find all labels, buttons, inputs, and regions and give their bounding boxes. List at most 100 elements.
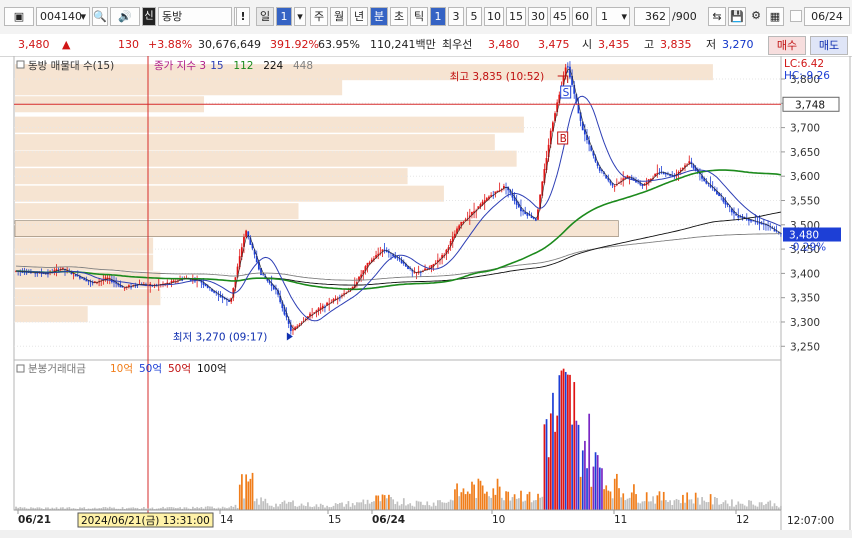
volume-bar: [315, 504, 318, 510]
volume-bar: [249, 478, 252, 510]
volume-bar: [543, 424, 546, 510]
volume-bar: [656, 495, 659, 510]
volume-bar: [756, 506, 759, 510]
candle-body: [613, 185, 616, 187]
volume-bar: [709, 494, 712, 510]
volume-bar: [441, 502, 444, 510]
volume-bar: [270, 505, 273, 510]
volume-bar: [462, 488, 465, 510]
chevron-down-icon: ▾: [297, 10, 303, 23]
volume-bar: [445, 502, 448, 510]
volume-bar: [400, 504, 403, 510]
volume-bar: [654, 503, 657, 510]
compare-icon[interactable]: ⇆: [708, 7, 726, 26]
volume-bar: [281, 502, 284, 510]
tick-button[interactable]: 틱: [410, 7, 428, 26]
monthly-button[interactable]: 월: [330, 7, 348, 26]
minute-option-30[interactable]: 30: [528, 7, 548, 26]
volume-bar: [243, 498, 245, 510]
volume-bar: [341, 502, 343, 510]
volume-bar: [458, 496, 461, 510]
minute-button[interactable]: 분: [370, 7, 388, 26]
volume-bar: [268, 505, 271, 510]
minute-option-5[interactable]: 5: [466, 7, 482, 26]
weekly-button[interactable]: 주: [310, 7, 328, 26]
code-input[interactable]: 004140 ▾: [36, 7, 90, 26]
second-button[interactable]: 초: [390, 7, 408, 26]
alert-button[interactable]: !: [236, 7, 250, 26]
volume-bar: [405, 505, 407, 510]
volume-bar: [285, 503, 288, 510]
volume-bar: [760, 502, 763, 510]
volume-bar: [601, 468, 603, 510]
quote-price: 3,480: [18, 38, 50, 51]
volume-bar: [748, 500, 750, 510]
volume-bar: [699, 504, 701, 510]
volume-bar: [494, 494, 497, 510]
volume-bar: [592, 466, 595, 510]
minute-option-45[interactable]: 45: [550, 7, 570, 26]
volume-bar: [635, 494, 637, 510]
volume-bar: [735, 504, 738, 510]
volume-legend-item: 50억: [168, 363, 191, 375]
volume-bar: [575, 420, 578, 510]
volume-bar: [264, 498, 267, 510]
volume-bar: [637, 502, 640, 510]
volume-bar: [705, 502, 708, 510]
minute-option-10[interactable]: 10: [484, 7, 504, 26]
minute-option-1[interactable]: 1: [430, 7, 446, 26]
volume-bar: [726, 503, 729, 510]
yearly-button[interactable]: 년: [350, 7, 368, 26]
volume-bar: [245, 474, 247, 510]
volume-bar: [607, 490, 610, 510]
period-dropdown[interactable]: ▾: [294, 7, 306, 26]
toolbar: ▣ 004140▾ 🔍 🔊 신 동방 ▾ ! 일 1 ▾ 주 월 년 분 초 틱…: [0, 0, 852, 35]
buy-button[interactable]: 매수: [768, 36, 806, 55]
layout-icon[interactable]: ▣: [4, 7, 34, 26]
count-input[interactable]: 362: [634, 7, 670, 26]
volume-bar: [620, 497, 622, 510]
minute-option-60[interactable]: 60: [572, 7, 592, 26]
volume-bar: [684, 502, 686, 510]
volume-bar: [671, 504, 674, 510]
period-day-button[interactable]: 일: [256, 7, 274, 26]
minute-option-15[interactable]: 15: [506, 7, 526, 26]
volume-profile-bar: [15, 306, 88, 323]
volume-bar: [417, 501, 420, 510]
layout-grid-icon[interactable]: ▦: [766, 7, 784, 26]
volume-bar: [339, 502, 341, 510]
speaker-icon[interactable]: 🔊: [110, 7, 140, 26]
volume-bar: [731, 499, 733, 510]
minute-option-3[interactable]: 3: [448, 7, 464, 26]
price-legend-item: 224: [263, 60, 283, 72]
volume-bar: [616, 473, 618, 510]
gear-icon[interactable]: ⚙: [748, 7, 764, 26]
volume-bar: [432, 502, 435, 510]
search-icon[interactable]: 🔍: [92, 7, 108, 26]
date-checkbox[interactable]: [790, 10, 802, 22]
chart-area[interactable]: 3,2503,3003,3503,4003,4503,5003,5503,600…: [0, 56, 852, 538]
interval-select[interactable]: 1 ▾: [596, 7, 630, 26]
volume-bar: [628, 497, 631, 510]
save-icon[interactable]: 💾: [728, 7, 746, 26]
stock-name-field[interactable]: 동방: [158, 7, 232, 26]
volume-bar: [564, 371, 567, 510]
quote-ask: 3,480: [488, 38, 520, 51]
volume-bar: [520, 490, 522, 510]
volume-bar: [238, 484, 241, 510]
volume-bar: [258, 504, 260, 510]
volume-bar: [496, 478, 499, 510]
volume-bar: [492, 488, 495, 510]
volume-bar: [594, 452, 597, 510]
date-input[interactable]: 06/24: [804, 7, 850, 26]
volume-bar: [302, 505, 305, 510]
volume-bar: [603, 489, 605, 510]
volume-bar: [669, 500, 671, 510]
candle-body: [566, 66, 569, 68]
price-tick-label: 3,350: [790, 293, 820, 305]
volume-bar: [682, 494, 684, 510]
period-day-number[interactable]: 1: [276, 7, 292, 26]
volume-bar: [633, 484, 635, 510]
volume-bar: [262, 501, 265, 510]
sell-button[interactable]: 매도: [810, 36, 848, 55]
